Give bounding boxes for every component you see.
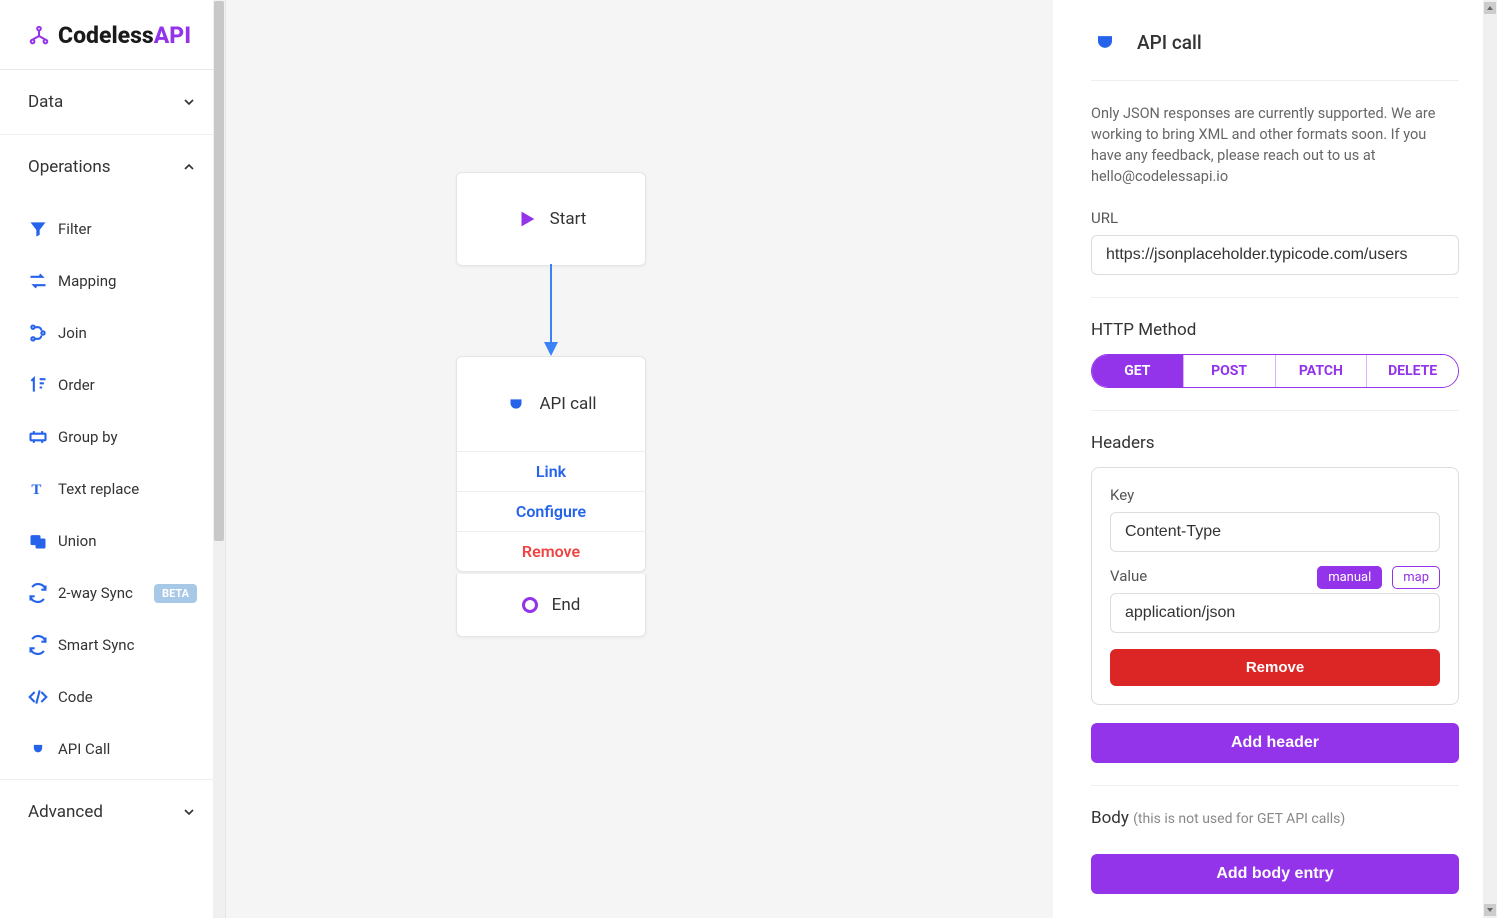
operations-list: Filter Mapping Join Order Group by T Tex…: [0, 199, 225, 779]
start-label: Start: [550, 209, 587, 229]
add-body-button[interactable]: Add body entry: [1091, 854, 1459, 894]
main-scrollbar[interactable]: [1483, 0, 1497, 918]
divider: [1091, 410, 1459, 411]
op-label: Smart Sync: [58, 636, 134, 654]
op-groupby[interactable]: Group by: [0, 411, 225, 463]
section-advanced-title: Advanced: [28, 802, 103, 822]
op-textreplace[interactable]: T Text replace: [0, 463, 225, 515]
op-label: Order: [58, 376, 95, 394]
sync-icon: [28, 635, 48, 655]
chevron-up-icon: [181, 159, 197, 175]
svg-text:T: T: [31, 482, 41, 498]
sidebar-scrollbar[interactable]: [213, 0, 225, 918]
header-value-label: Value: [1110, 567, 1147, 585]
section-data[interactable]: Data: [0, 70, 225, 135]
manual-button[interactable]: manual: [1317, 566, 1382, 589]
panel-info: Only JSON responses are currently suppor…: [1091, 81, 1459, 199]
scroll-up-icon[interactable]: [1484, 2, 1496, 14]
sidebar: CodelessAPI Data Operations Filter Mappi…: [0, 0, 226, 918]
method-get[interactable]: GET: [1092, 355, 1184, 387]
header-key-input[interactable]: [1110, 512, 1440, 552]
plug-icon: [1091, 28, 1119, 56]
op-label: API Call: [58, 740, 110, 758]
op-label: Code: [58, 688, 93, 706]
op-label: Text replace: [58, 480, 139, 498]
end-node[interactable]: End: [456, 574, 646, 637]
section-operations[interactable]: Operations: [0, 135, 225, 199]
order-icon: [28, 375, 48, 395]
flow-arrow: [548, 264, 554, 356]
divider: [1091, 785, 1459, 786]
union-icon: [28, 531, 48, 551]
op-code[interactable]: Code: [0, 671, 225, 723]
op-order[interactable]: Order: [0, 359, 225, 411]
plug-icon: [505, 393, 527, 415]
url-input[interactable]: [1091, 235, 1459, 275]
method-delete[interactable]: DELETE: [1367, 355, 1458, 387]
config-panel: API call Only JSON responses are current…: [1053, 0, 1497, 918]
body-label: Body (this is not used for GET API calls…: [1091, 808, 1459, 828]
op-label: Mapping: [58, 272, 116, 290]
op-join[interactable]: Join: [0, 307, 225, 359]
end-label: End: [552, 595, 581, 615]
mapping-icon: [28, 271, 48, 291]
map-button[interactable]: map: [1392, 566, 1440, 589]
apicall-label: API call: [539, 394, 596, 414]
end-circle-icon: [522, 597, 538, 613]
sync-icon: [28, 583, 48, 603]
logo-icon: [28, 25, 50, 47]
play-icon: [516, 208, 538, 230]
headers-label: Headers: [1091, 433, 1459, 453]
header-key-label: Key: [1110, 486, 1440, 504]
apicall-node[interactable]: API call Link Configure Remove: [456, 356, 646, 572]
remove-header-button[interactable]: Remove: [1110, 649, 1440, 686]
beta-badge: BETA: [154, 584, 197, 603]
http-method-label: HTTP Method: [1091, 320, 1459, 340]
body-hint: (this is not used for GET API calls): [1133, 811, 1345, 827]
join-icon: [28, 323, 48, 343]
text-icon: T: [28, 479, 48, 499]
node-link-action[interactable]: Link: [457, 451, 645, 491]
sidebar-scroll-thumb[interactable]: [214, 1, 224, 541]
node-configure-action[interactable]: Configure: [457, 491, 645, 531]
op-label: Join: [58, 324, 87, 342]
start-node[interactable]: Start: [456, 172, 646, 266]
url-label: URL: [1091, 209, 1459, 227]
section-data-title: Data: [28, 92, 63, 112]
divider: [1091, 297, 1459, 298]
chevron-down-icon: [181, 94, 197, 110]
method-patch[interactable]: PATCH: [1276, 355, 1368, 387]
header-value-input[interactable]: [1110, 593, 1440, 633]
scroll-down-icon[interactable]: [1484, 904, 1496, 916]
op-label: Filter: [58, 220, 92, 238]
logo: CodelessAPI: [0, 0, 225, 70]
section-operations-title: Operations: [28, 157, 111, 177]
code-icon: [28, 687, 48, 707]
add-header-button[interactable]: Add header: [1091, 723, 1459, 763]
op-filter[interactable]: Filter: [0, 203, 225, 255]
plug-icon: [28, 739, 48, 759]
op-smartsync[interactable]: Smart Sync: [0, 619, 225, 671]
http-method-group: GET POST PATCH DELETE: [1091, 354, 1459, 388]
op-label: Group by: [58, 428, 118, 446]
panel-title: API call: [1137, 31, 1202, 54]
canvas[interactable]: Start API call Link Configure Remove End: [226, 0, 1053, 918]
logo-text: CodelessAPI: [58, 22, 191, 49]
op-mapping[interactable]: Mapping: [0, 255, 225, 307]
op-label: 2-way Sync: [58, 584, 133, 602]
method-post[interactable]: POST: [1184, 355, 1276, 387]
op-label: Union: [58, 532, 97, 550]
section-advanced[interactable]: Advanced: [0, 779, 225, 844]
groupby-icon: [28, 427, 48, 447]
header-entry: Key Value manual map Remove: [1091, 467, 1459, 705]
filter-icon: [28, 219, 48, 239]
op-apicall[interactable]: API Call: [0, 723, 225, 775]
node-remove-action[interactable]: Remove: [457, 531, 645, 571]
panel-header: API call: [1091, 28, 1459, 81]
chevron-down-icon: [181, 804, 197, 820]
op-union[interactable]: Union: [0, 515, 225, 567]
op-2waysync[interactable]: 2-way Sync BETA: [0, 567, 225, 619]
